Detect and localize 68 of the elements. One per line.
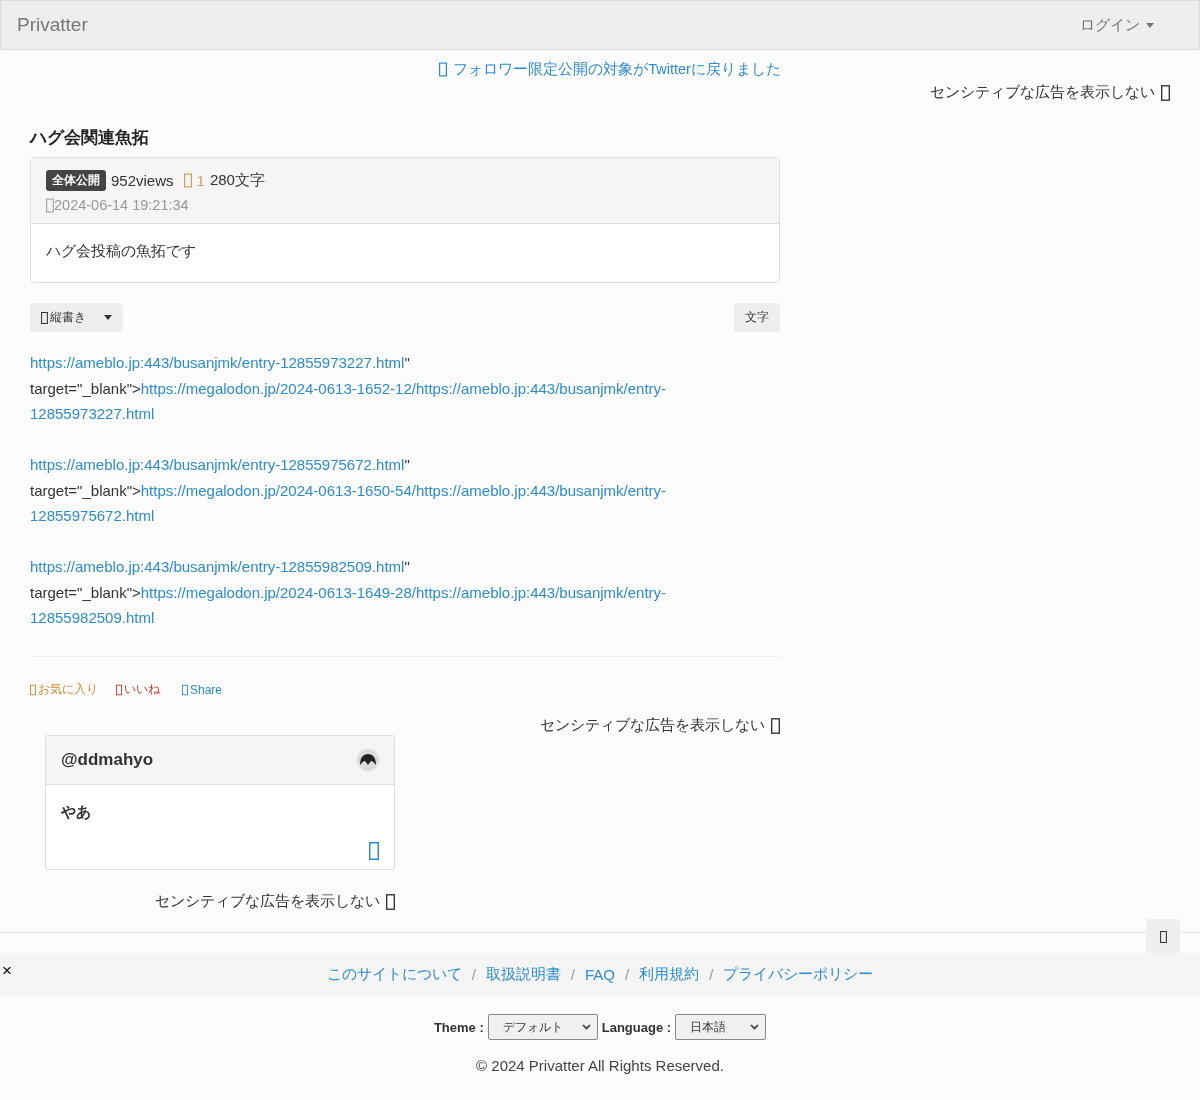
- glyph-box-icon: [46, 197, 54, 213]
- glyph-box-icon: [30, 683, 36, 696]
- favorite-link[interactable]: お気に入り: [30, 681, 98, 698]
- comment-text: やあ: [60, 802, 92, 822]
- post-title: ハグ会関連魚拓: [30, 127, 150, 149]
- caret-icon: [1146, 22, 1154, 28]
- archive-link[interactable]: https://megalodon.jp/2024-0613-1650-54/https://ameblo.jp:443/busanjmk/entry-: [140, 481, 667, 499]
- glyph-box-icon: [1159, 931, 1167, 943]
- like-link[interactable]: いいね: [116, 681, 160, 698]
- entry-link[interactable]: https://ameblo.jp:443/busanjmk/entry-12855982509.html: [30, 558, 405, 575]
- glyph-box-icon: [41, 311, 48, 324]
- notice-link[interactable]: フォロワー限定公開の対象がTwitterに戻りました: [439, 60, 781, 79]
- font-button[interactable]: 文字: [734, 303, 780, 332]
- vertical-writing-button[interactable]: 縦書き: [30, 303, 123, 332]
- language-select[interactable]: 日本語: [675, 1014, 767, 1040]
- quote-mark: ": [404, 456, 410, 473]
- glyph-box-icon: [116, 683, 122, 696]
- entry-link[interactable]: https://ameblo.jp:443/busanjmk/entry-12855975672.html: [30, 456, 405, 473]
- brand-link[interactable]: Privatter: [17, 14, 88, 36]
- chevron-icon: [581, 1024, 591, 1030]
- checkbox-icon[interactable]: [1161, 84, 1170, 101]
- attribute-text: target="_blank">: [30, 379, 141, 397]
- glyph-box-icon: [439, 62, 448, 77]
- post-summary: ハグ会投稿の魚拓です: [45, 241, 197, 261]
- footer-link[interactable]: 利用規約: [639, 964, 700, 984]
- glyph-box-icon: [183, 173, 192, 188]
- glyph-box-icon[interactable]: [369, 842, 379, 860]
- caret-icon: [104, 315, 112, 320]
- login-menu[interactable]: ログイン: [1080, 15, 1154, 35]
- link-separator: /: [709, 965, 714, 983]
- archive-link[interactable]: https://megalodon.jp/2024-0613-1652-12/https://ameblo.jp:443/busanjmk/entry-: [140, 379, 667, 397]
- chevron-icon: [750, 1024, 760, 1030]
- visibility-badge: 全体公開: [46, 170, 106, 191]
- language-label: Language :: [601, 1019, 672, 1035]
- copyright-text: © 2024 Privatter All Rights Reserved.: [475, 1057, 725, 1074]
- attribute-text: target="_blank">: [30, 481, 141, 499]
- footer-link[interactable]: このサイトについて: [326, 964, 462, 984]
- checkbox-icon[interactable]: [386, 893, 395, 910]
- footer-link[interactable]: 取扱説明書: [485, 964, 561, 984]
- archive-link[interactable]: https://megalodon.jp/2024-0613-1649-28/https://ameblo.jp:443/busanjmk/entry-: [140, 583, 667, 601]
- comment-username: @ddmahyo: [61, 750, 154, 770]
- quote-mark: ": [404, 558, 410, 575]
- share-link[interactable]: Share: [182, 681, 223, 698]
- footer-link[interactable]: FAQ: [585, 965, 615, 983]
- archive-link[interactable]: 12855982509.html: [30, 609, 155, 626]
- like-count: 1: [196, 172, 205, 189]
- post-date: 2024-06-14 19:21:34: [54, 197, 189, 213]
- view-count: 952views: [111, 172, 174, 189]
- checkbox-icon[interactable]: [771, 717, 780, 734]
- close-button[interactable]: ×: [2, 961, 12, 981]
- character-count: 280文字: [209, 171, 265, 190]
- theme-select[interactable]: デフォルト: [487, 1014, 598, 1040]
- theme-label: Theme :: [433, 1019, 484, 1035]
- link-separator: /: [471, 965, 476, 983]
- attribute-text: target="_blank">: [30, 583, 141, 601]
- glyph-box-icon: [182, 683, 188, 696]
- footer-link[interactable]: プライバシーポリシー: [723, 964, 874, 984]
- link-separator: /: [570, 965, 575, 983]
- link-separator: /: [625, 965, 630, 983]
- ad-toggle-label: センシティブな広告を表示しない: [930, 83, 1155, 102]
- entry-link[interactable]: https://ameblo.jp:443/busanjmk/entry-12855973227.html: [30, 354, 405, 371]
- ad-toggle-label: センシティブな広告を表示しない: [540, 716, 765, 735]
- avatar-icon: [357, 749, 379, 771]
- archive-link[interactable]: 12855975672.html: [30, 507, 155, 524]
- archive-link[interactable]: 12855973227.html: [30, 405, 155, 422]
- ad-toggle-label: センシティブな広告を表示しない: [155, 892, 380, 911]
- quote-mark: ": [404, 354, 410, 371]
- scroll-top-button[interactable]: [1146, 919, 1180, 955]
